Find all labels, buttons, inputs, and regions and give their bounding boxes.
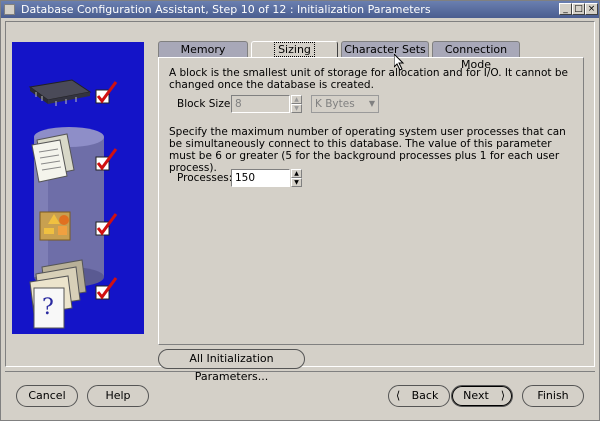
processes-spinner[interactable]: ▲ ▼ xyxy=(291,169,302,187)
block-size-unit-value: K Bytes xyxy=(315,98,355,110)
next-button[interactable]: Next ⟩ xyxy=(451,385,513,407)
step-check-1-icon xyxy=(95,81,118,104)
processes-down-icon[interactable]: ▼ xyxy=(291,178,302,187)
memory-chip-icon xyxy=(28,79,92,106)
back-button-label: Back xyxy=(411,389,439,402)
tab-memory-label: Memory xyxy=(180,43,226,56)
chevron-left-icon: ⟨ xyxy=(396,389,401,402)
minimize-button[interactable]: _ xyxy=(559,3,572,15)
close-button[interactable]: × xyxy=(585,3,598,15)
next-button-label: Next xyxy=(463,389,489,402)
chevron-right-icon: ⟩ xyxy=(500,389,505,402)
tab-sizing-label: Sizing xyxy=(274,42,315,57)
window-menu-icon[interactable] xyxy=(4,4,15,15)
chevron-down-icon: ▼ xyxy=(368,99,375,108)
tab-character-sets-label: Character Sets xyxy=(344,43,426,56)
mouse-pointer-icon xyxy=(394,54,405,71)
window-title: Database Configuration Assistant, Step 1… xyxy=(21,3,431,16)
finish-button[interactable]: Finish xyxy=(522,385,584,407)
block-description: A block is the smallest unit of storage … xyxy=(169,67,568,91)
block-size-spinner: ▲ ▼ xyxy=(291,95,302,113)
svg-text:?: ? xyxy=(42,295,54,320)
dbca-window: Database Configuration Assistant, Step 1… xyxy=(0,0,600,421)
block-size-field: 8 xyxy=(231,95,290,113)
processes-up-icon[interactable]: ▲ xyxy=(291,169,302,178)
processes-description: Specify the maximum number of operating … xyxy=(169,126,566,174)
back-button[interactable]: ⟨ Back xyxy=(388,385,450,407)
processes-field[interactable]: 150 xyxy=(231,169,290,187)
block-size-label: Block Size: xyxy=(177,98,234,110)
block-size-unit-select: K Bytes ▼ xyxy=(311,95,379,113)
help-button[interactable]: Help xyxy=(87,385,149,407)
tab-connection-mode[interactable]: Connection Mode xyxy=(432,41,520,71)
maximize-button[interactable]: □ xyxy=(572,3,585,15)
footer-separator xyxy=(5,371,595,372)
block-size-down-icon: ▼ xyxy=(291,104,302,113)
tab-sizing[interactable]: Sizing xyxy=(251,41,338,58)
cancel-button[interactable]: Cancel xyxy=(16,385,78,407)
processes-label: Processes: xyxy=(177,172,233,184)
title-bar[interactable]: Database Configuration Assistant, Step 1… xyxy=(1,1,599,18)
wizard-illustration: ? xyxy=(28,79,118,329)
wizard-graphic: ? xyxy=(12,42,144,334)
all-initialization-parameters-button[interactable]: All Initialization Parameters... xyxy=(158,349,305,383)
shapes-icon xyxy=(39,211,71,241)
block-size-up-icon: ▲ xyxy=(291,95,302,104)
tab-character-sets[interactable]: Character Sets xyxy=(341,41,429,57)
tab-memory[interactable]: Memory xyxy=(158,41,248,57)
